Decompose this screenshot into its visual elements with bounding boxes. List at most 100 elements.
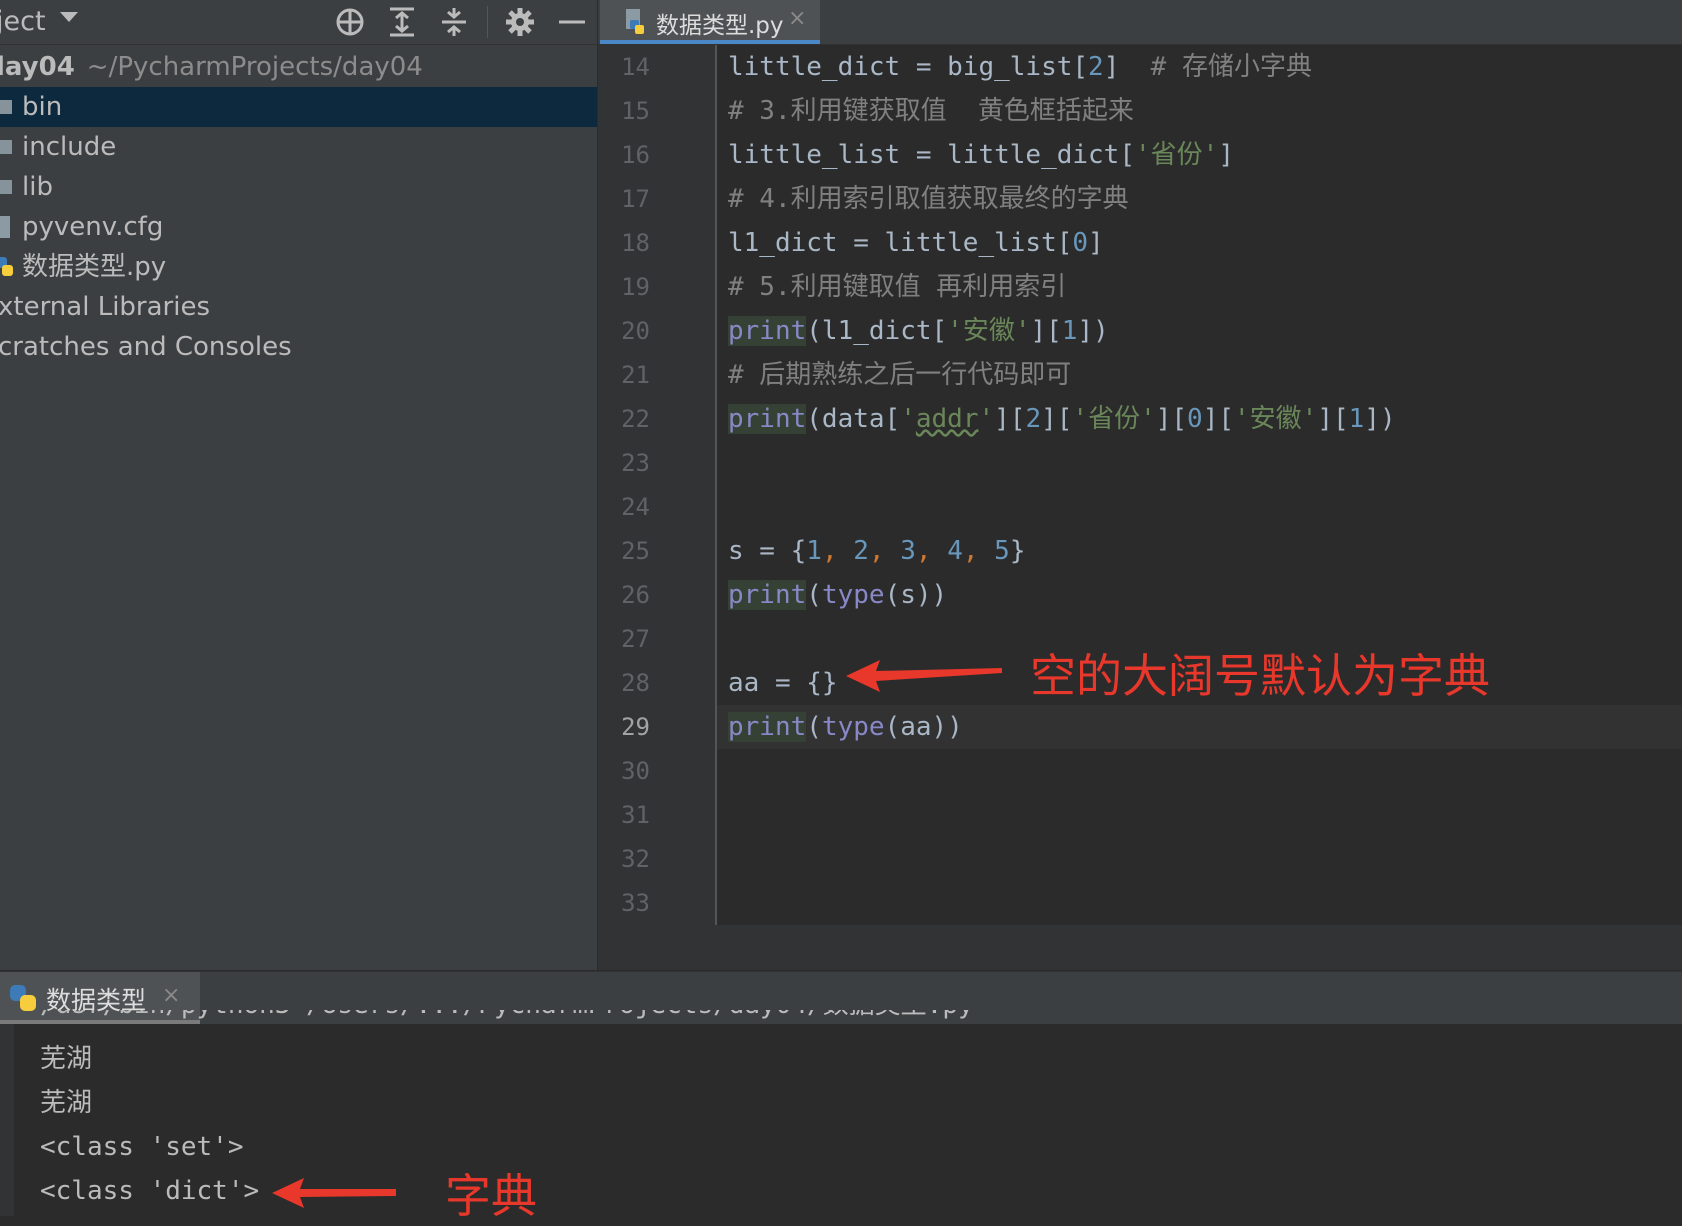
annotation-dict: 字典 (445, 1169, 537, 1223)
code-line-28[interactable]: aa = {} (728, 661, 838, 705)
line-number: 29 (621, 713, 650, 741)
code-punct: , (915, 536, 948, 566)
builtin-print: print (728, 580, 807, 610)
builtin-type: type (821, 712, 885, 742)
code-punct: , (821, 536, 854, 566)
console-line: 芜湖 (40, 1044, 93, 1074)
line-number: 33 (621, 889, 650, 917)
code-text: (data[ (806, 404, 901, 434)
tab-label: 数据类型.py (656, 13, 784, 39)
code-text: ] (1088, 228, 1104, 258)
tree-item-pyvenv[interactable]: pyvenv.cfg (0, 207, 597, 247)
python-icon (10, 985, 36, 1011)
code-number: 2 (1025, 404, 1042, 434)
tree-item-external-libraries[interactable]: xternal Libraries (0, 287, 597, 327)
crosshair-icon[interactable] (333, 5, 367, 39)
folder-icon (0, 100, 12, 114)
code-text: ][ (1202, 404, 1235, 434)
code-number: 1 (1061, 316, 1078, 346)
code-line-25[interactable]: s = {1, 2, 3, 4, 5} (728, 529, 1025, 573)
tree-item-label: xternal Libraries (0, 292, 210, 322)
code-line-17[interactable]: # 4.利用索引取值获取最终的字典 (728, 177, 1129, 221)
code-line-22[interactable]: print(data['addr'][2]['省份'][0]['安徽'][1]) (728, 397, 1396, 441)
code-text: (l1_dict[ (806, 316, 948, 346)
python-file-icon (0, 257, 13, 276)
code-number: 0 (1187, 404, 1203, 434)
tree-item-scratches[interactable]: cratches and Consoles (0, 327, 597, 367)
line-number: 22 (621, 405, 650, 433)
code-line-26[interactable]: print(type(s)) (728, 573, 947, 617)
code-line-29[interactable]: print(type(aa)) (728, 705, 963, 749)
code-line-21[interactable]: # 后期熟练之后一行代码即可 (728, 353, 1071, 397)
code-line-18[interactable]: l1_dict = little_list[0] (728, 221, 1104, 265)
code-line-20[interactable]: print(l1_dict['安徽'][1]) (728, 309, 1109, 353)
line-number: 19 (621, 273, 650, 301)
editor-footer (598, 925, 1682, 970)
collapse-all-icon[interactable] (437, 5, 471, 39)
project-tree: lay04 ~/PycharmProjects/day04 bin include… (0, 45, 597, 970)
tree-item-label: lib (22, 172, 53, 202)
code-text: little_list = little_dict[ (728, 140, 1135, 170)
minimize-icon[interactable] (555, 5, 589, 39)
tree-item-lib[interactable]: lib (0, 167, 597, 207)
code-line-14[interactable]: little_dict = big_list[2] # 存储小字典 (728, 45, 1312, 89)
code-comment: # 存储小字典 (1150, 52, 1312, 82)
console-gutter (0, 1024, 14, 1216)
code-number: 0 (1072, 228, 1089, 258)
code-number: 2 (853, 536, 869, 566)
code-text: s = { (728, 536, 807, 566)
annotation-empty-braces-dict: 空的大阔号默认为字典 (1030, 649, 1490, 703)
tree-item-label: bin (22, 92, 63, 122)
gear-icon[interactable] (503, 5, 537, 39)
code-text: ][ (994, 404, 1026, 434)
python-file-icon (626, 9, 644, 34)
line-number: 25 (621, 537, 650, 565)
tree-item-bin[interactable]: bin (0, 87, 597, 127)
code-text: ( (806, 580, 822, 610)
line-number: 16 (621, 141, 650, 169)
file-icon (0, 216, 10, 238)
code-string: '安徽' (1234, 404, 1318, 434)
code-punct: , (962, 536, 995, 566)
console-line: /usr/bin/python3 /Users/.../PycharmProje… (40, 1010, 974, 1021)
project-root-path: ~/PycharmProjects/day04 (86, 52, 423, 82)
code-line-15[interactable]: # 3.利用键获取值 黄色框括起来 (728, 89, 1134, 133)
code-string: ' (900, 404, 916, 434)
code-text: ] (1103, 52, 1151, 82)
expand-all-icon[interactable] (385, 5, 419, 39)
project-view-title[interactable]: ject (0, 6, 46, 37)
chevron-down-icon[interactable] (60, 12, 78, 22)
code-number: 1 (1348, 404, 1365, 434)
builtin-print: print (728, 404, 807, 434)
close-icon[interactable]: × (162, 983, 180, 1008)
toolbar-divider (487, 6, 488, 38)
code-string-typo: addr (915, 404, 979, 434)
project-toolbar: ject (0, 0, 597, 45)
builtin-print: print (728, 712, 807, 742)
code-text: ][ (1317, 404, 1349, 434)
editor-tab-bar: 数据类型.py × (598, 0, 1682, 45)
active-tab-indicator (600, 40, 820, 44)
tree-root[interactable]: lay04 ~/PycharmProjects/day04 (0, 47, 597, 87)
line-number: 21 (621, 361, 650, 389)
annotation-arrow-left-icon (846, 660, 1002, 692)
tree-item-label: pyvenv.cfg (22, 212, 164, 242)
line-number: 24 (621, 493, 650, 521)
code-punct: , (868, 536, 901, 566)
code-text: ][ (1030, 316, 1062, 346)
tree-item-label: 数据类型.py (22, 252, 167, 282)
console-truncated-line: /usr/bin/python3 /Users/.../PycharmProje… (40, 1010, 1580, 1022)
code-text: } (1009, 536, 1026, 566)
code-number: 2 (1088, 52, 1104, 82)
line-number: 28 (621, 669, 650, 697)
line-number: 31 (621, 801, 650, 829)
tree-item-include[interactable]: include (0, 127, 597, 167)
code-line-16[interactable]: little_list = little_dict['省份'] (728, 133, 1234, 177)
code-string: '安徽' (947, 316, 1031, 346)
line-number: 17 (621, 185, 650, 213)
console-line: <class 'set'> (40, 1132, 244, 1162)
code-text: (aa)) (884, 712, 963, 742)
close-icon[interactable]: × (788, 6, 806, 31)
tree-item-python-file[interactable]: 数据类型.py (0, 247, 597, 287)
code-line-19[interactable]: # 5.利用键取值 再利用索引 (728, 265, 1066, 309)
